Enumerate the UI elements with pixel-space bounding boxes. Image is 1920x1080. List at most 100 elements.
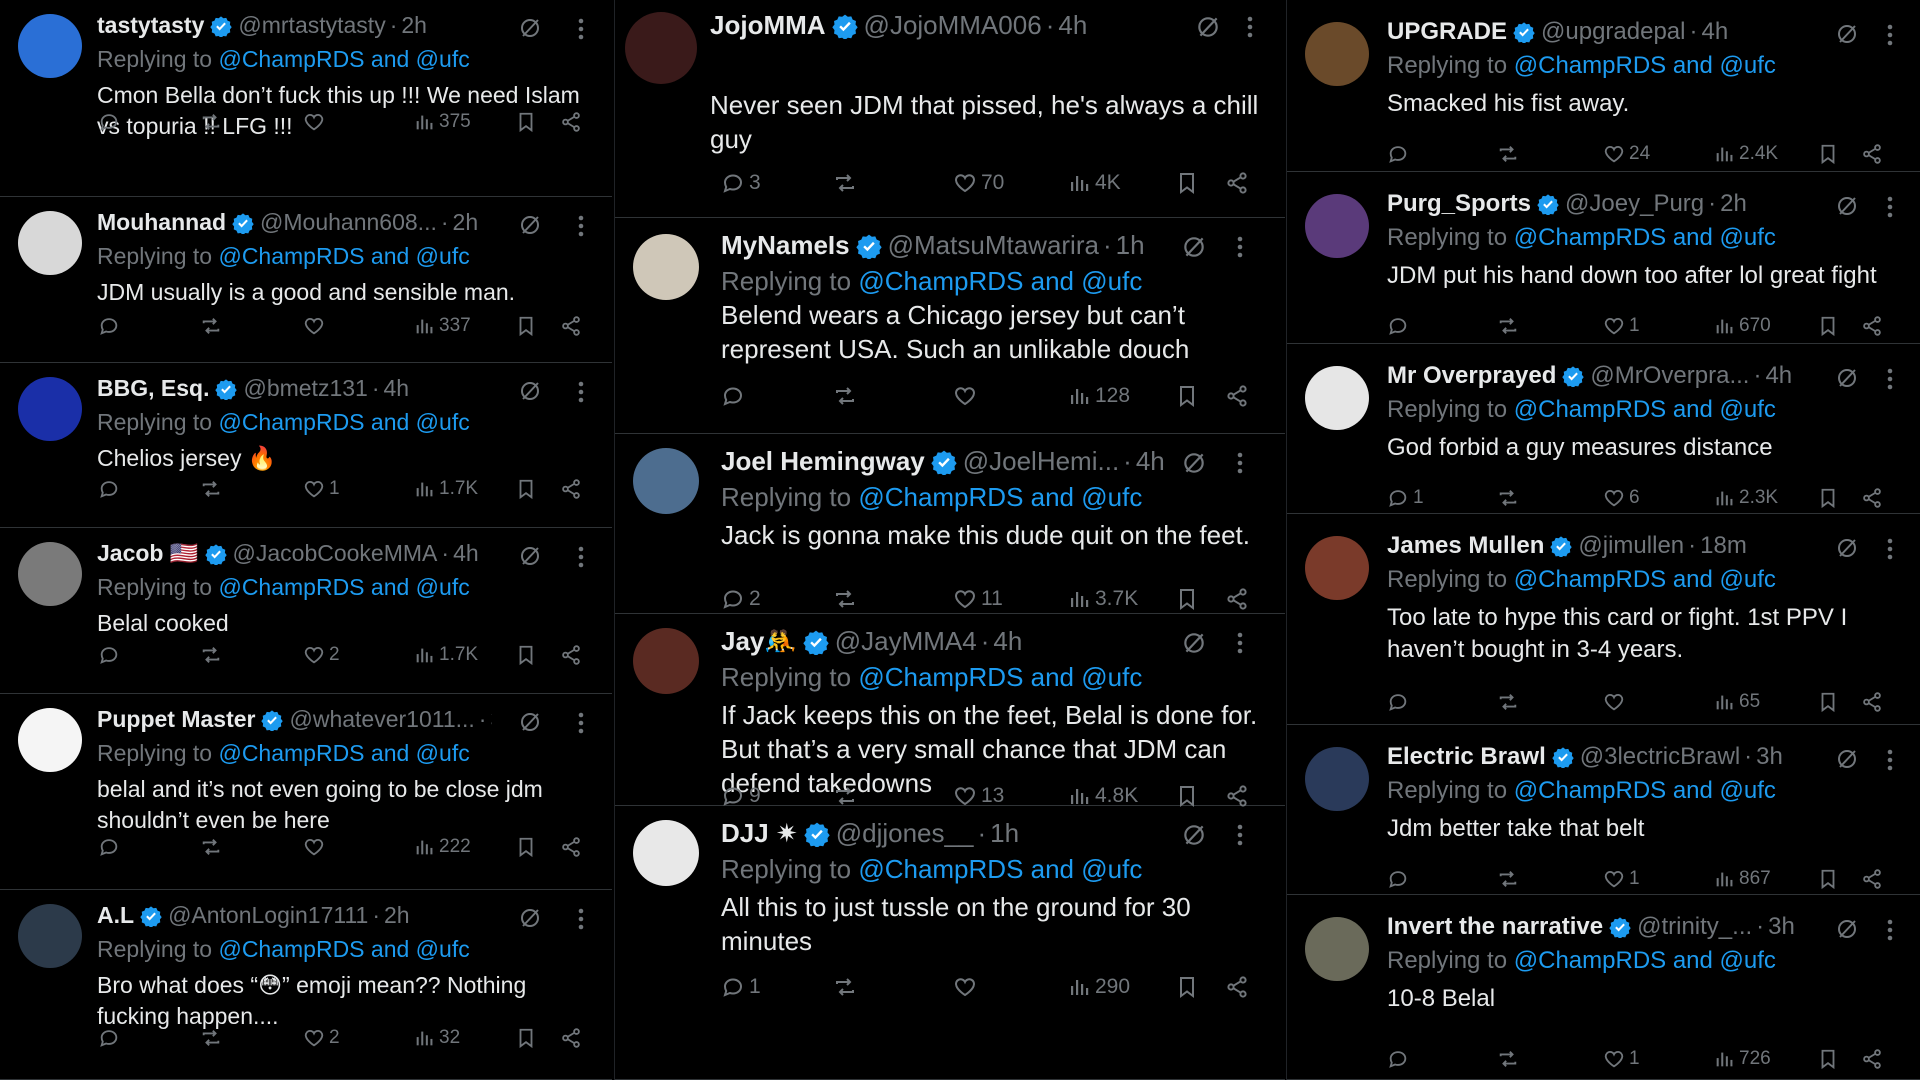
mention-link[interactable]: @ChampRDS and @ufc [1514,396,1776,423]
like-button[interactable]: 1 [1603,1048,1640,1070]
mention-link[interactable]: @ChampRDS and @ufc [218,409,469,435]
share-button[interactable] [1225,384,1249,408]
more-icon[interactable] [1247,16,1253,43]
views-button[interactable]: 4.8K [1067,784,1138,808]
user-handle[interactable]: @bmetz131 [243,375,367,402]
reply-post[interactable]: Puppet Master @whatever1011...·3h Replying… [0,694,612,890]
display-name[interactable]: tastytasty [97,12,204,39]
grok-icon[interactable] [518,213,542,242]
reply-button[interactable] [98,644,124,666]
views-button[interactable]: 290 [1067,975,1130,999]
views-button[interactable]: 375 [413,111,471,133]
like-button[interactable] [303,111,329,133]
bookmark-button[interactable] [515,478,537,500]
avatar[interactable] [1305,747,1369,811]
reply-button[interactable] [1387,143,1413,165]
views-button[interactable]: 1.7K [413,644,478,666]
mention-link[interactable]: @ChampRDS and @ufc [1514,52,1776,79]
reply-post[interactable]: Electric Brawl @3lectricBrawl · 3h Replying … [1287,725,1920,895]
bookmark-button[interactable] [1175,384,1199,408]
bookmark-button[interactable] [515,836,537,858]
grok-icon[interactable] [1181,450,1207,481]
display-name[interactable]: Invert the narrative [1387,913,1603,941]
user-handle[interactable]: @Joey_Purg [1565,190,1704,218]
mention-link[interactable]: @ChampRDS and @ufc [858,266,1142,296]
display-name[interactable]: Electric Brawl [1387,743,1546,771]
share-button[interactable] [560,644,582,666]
reply-button[interactable] [1387,1048,1413,1070]
post-time[interactable]: 4h [1765,362,1792,390]
like-button[interactable] [953,384,981,408]
more-icon[interactable] [1887,538,1893,565]
repost-button[interactable] [1497,868,1523,890]
repost-button[interactable] [200,478,226,500]
reply-button[interactable] [98,315,124,337]
mention-link[interactable]: @ChampRDS and @ufc [218,574,469,600]
user-handle[interactable]: @JoelHemi... [963,446,1119,477]
post-time[interactable]: 4h [993,626,1022,657]
more-icon[interactable] [1237,824,1243,851]
grok-icon[interactable] [1181,234,1207,265]
user-handle[interactable]: @trinity_... [1637,913,1752,941]
more-icon[interactable] [1887,919,1893,946]
repost-button[interactable] [833,587,861,611]
like-button[interactable] [303,315,329,337]
like-button[interactable] [1603,691,1629,713]
more-icon[interactable] [578,546,584,573]
mention-link[interactable]: @ChampRDS and @ufc [1514,777,1776,804]
post-time[interactable]: 1h [990,818,1019,849]
more-icon[interactable] [578,712,584,739]
like-button[interactable] [953,975,981,999]
reply-button[interactable]: 9 [721,784,761,808]
like-button[interactable]: 1 [1603,868,1640,890]
mention-link[interactable]: @ChampRDS and @ufc [1514,566,1776,593]
bookmark-button[interactable] [1175,975,1199,999]
user-handle[interactable]: @3lectricBrawl [1580,743,1740,771]
user-handle[interactable]: @upgradepal [1541,18,1685,46]
post-time[interactable]: 1h [1116,230,1145,261]
repost-button[interactable] [1497,487,1523,509]
repost-button[interactable] [200,111,226,133]
share-button[interactable] [560,478,582,500]
more-icon[interactable] [1887,368,1893,395]
avatar[interactable] [633,234,699,300]
display-name[interactable]: Puppet Master [97,706,255,733]
grok-icon[interactable] [1835,747,1859,776]
display-name[interactable]: MyNameIs [721,230,850,261]
grok-icon[interactable] [518,906,542,935]
grok-icon[interactable] [1195,14,1221,45]
bookmark-button[interactable] [1817,487,1839,509]
avatar[interactable] [18,542,82,606]
share-button[interactable] [1861,1048,1883,1070]
reply-post[interactable]: tastytasty @mrtastytasty · 2h Replying to @C… [0,0,612,197]
like-button[interactable]: 6 [1603,487,1640,509]
share-button[interactable] [1225,171,1249,195]
share-button[interactable] [560,1027,582,1049]
display-name[interactable]: Joel Hemingway [721,446,925,477]
repost-button[interactable] [833,384,861,408]
reply-button[interactable] [1387,868,1413,890]
views-button[interactable]: 726 [1713,1048,1771,1070]
grok-icon[interactable] [1835,536,1859,565]
reply-post[interactable]: Jay🤼 @JayMMA4 · 4h Replying to @ChampRDS and… [615,614,1285,808]
like-button[interactable] [303,836,329,858]
views-button[interactable]: 32 [413,1027,460,1049]
views-button[interactable]: 222 [413,836,471,858]
avatar[interactable] [1305,22,1369,86]
views-button[interactable]: 670 [1713,315,1771,337]
like-button[interactable]: 11 [953,587,1003,611]
avatar[interactable] [18,904,82,968]
user-handle[interactable]: @jimullen [1578,532,1684,560]
reply-button[interactable]: 1 [721,975,761,999]
bookmark-button[interactable] [1817,1048,1839,1070]
grok-icon[interactable] [518,544,542,573]
mention-link[interactable]: @ChampRDS and @ufc [218,936,469,962]
display-name[interactable]: Mr Overprayed [1387,362,1556,390]
reply-button[interactable] [1387,315,1413,337]
grok-icon[interactable] [518,710,542,739]
more-icon[interactable] [1887,24,1893,51]
reply-post[interactable]: Mr Overprayed @MrOverpra... · 4h Replying to… [1287,344,1920,514]
user-handle[interactable]: @JayMMA4 [835,626,977,657]
mention-link[interactable]: @ChampRDS and @ufc [218,46,469,72]
repost-button[interactable] [200,644,226,666]
